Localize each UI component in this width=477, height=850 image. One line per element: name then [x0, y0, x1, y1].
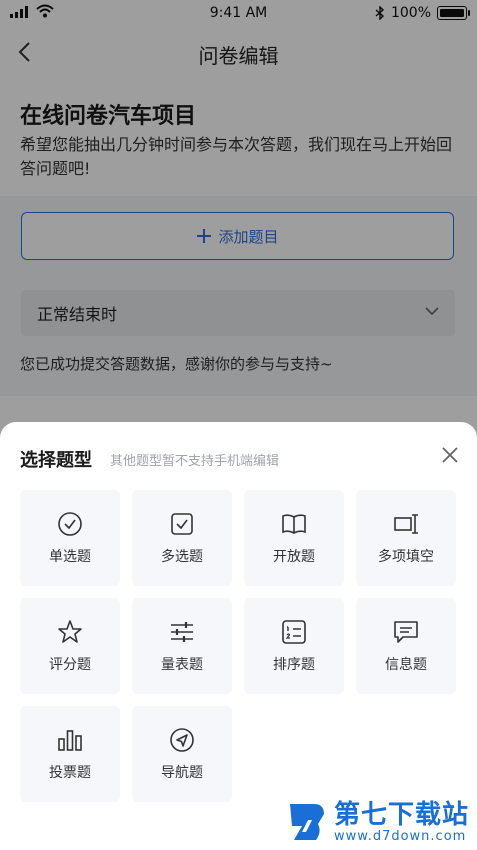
type-open[interactable]: 开放题 [244, 490, 344, 586]
message-icon [394, 621, 418, 643]
type-navigation[interactable]: 导航题 [132, 706, 232, 802]
type-label: 量表题 [161, 657, 203, 673]
bar-chart-icon [58, 730, 82, 751]
type-vote[interactable]: 投票题 [20, 706, 120, 802]
sheet-subtitle: 其他题型暂不支持手机端编辑 [110, 454, 280, 469]
type-ranking[interactable]: 排序题 [244, 598, 344, 694]
type-label: 排序题 [273, 657, 315, 673]
check-circle-icon [58, 512, 82, 536]
question-type-sheet: 选择题型 其他题型暂不支持手机端编辑 单选题 多选题 开放题 多项填空 评分题 … [0, 422, 477, 850]
text-cursor-icon [394, 514, 418, 534]
type-label: 开放题 [273, 549, 315, 565]
type-rating[interactable]: 评分题 [20, 598, 120, 694]
type-single-choice[interactable]: 单选题 [20, 490, 120, 586]
sheet-title: 选择题型 [20, 450, 92, 471]
site-logo-icon [289, 804, 324, 840]
check-square-icon [171, 513, 193, 535]
type-label: 单选题 [49, 549, 91, 565]
watermark: 第七下载站 www.d7down.com [284, 800, 469, 844]
star-icon [58, 620, 82, 643]
type-info[interactable]: 信息题 [356, 598, 456, 694]
watermark-name: 第七下载站 [333, 799, 469, 830]
sliders-icon [171, 622, 193, 642]
type-label: 投票题 [49, 765, 91, 781]
close-icon[interactable] [441, 446, 459, 464]
type-label: 多选题 [161, 549, 203, 565]
type-multi-choice[interactable]: 多选题 [132, 490, 232, 586]
type-scale[interactable]: 量表题 [132, 598, 232, 694]
navigation-icon [170, 728, 194, 752]
watermark-url: www.d7down.com [333, 828, 467, 844]
type-label: 评分题 [49, 657, 91, 673]
type-multi-fill[interactable]: 多项填空 [356, 490, 456, 586]
type-label: 信息题 [385, 657, 427, 673]
open-book-icon [282, 514, 306, 534]
type-label: 导航题 [161, 765, 203, 781]
type-label: 多项填空 [378, 549, 434, 565]
ordered-list-icon [282, 620, 306, 644]
